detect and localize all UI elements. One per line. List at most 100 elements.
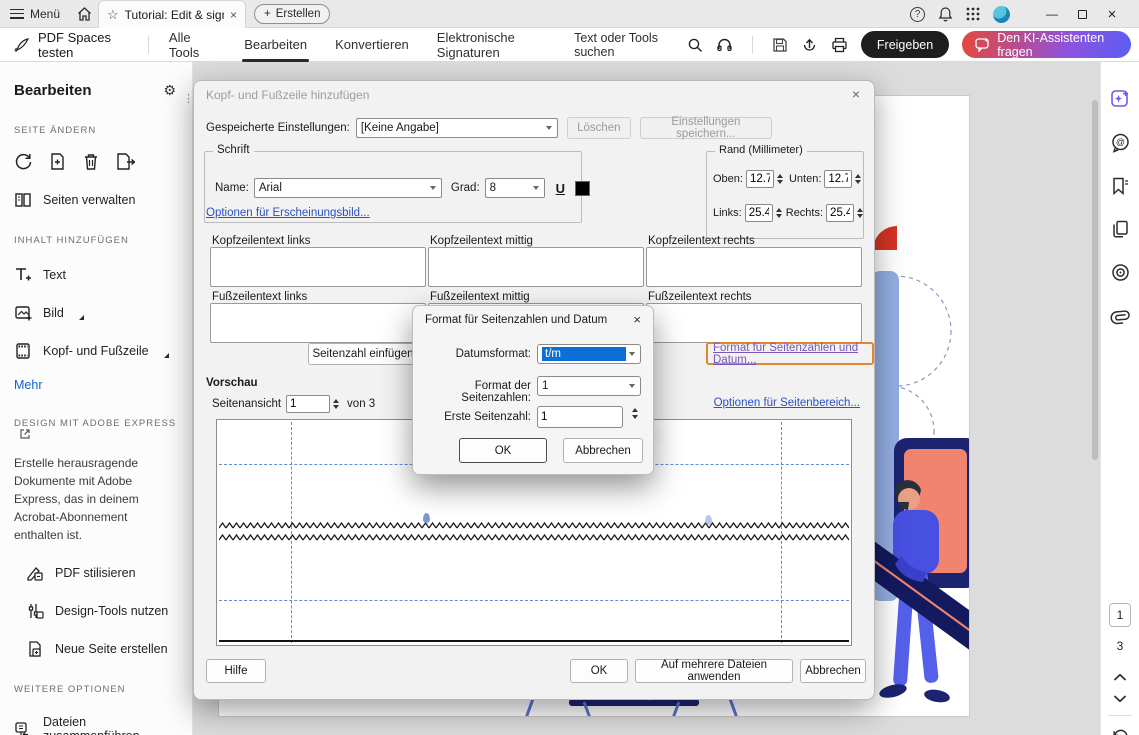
page-view-spinner[interactable] — [333, 398, 340, 410]
more-link[interactable]: Mehr — [14, 378, 178, 392]
date-format-label: Datumsformat: — [455, 348, 531, 360]
format-dialog-close-icon[interactable]: × — [633, 312, 641, 327]
font-size-select[interactable]: 8 — [484, 178, 545, 198]
read-aloud-headphones-icon[interactable] — [716, 36, 733, 53]
bookmark-icon[interactable] — [1110, 176, 1130, 196]
appearance-options-link[interactable]: Optionen für Erscheinungsbild... — [206, 207, 370, 219]
footer-left-input[interactable] — [210, 303, 426, 343]
save-icon[interactable] — [772, 37, 788, 53]
format-ok-button[interactable]: OK — [459, 438, 547, 463]
header-right-input[interactable] — [646, 247, 862, 287]
share-button[interactable]: Freigeben — [860, 31, 950, 58]
margin-top-input[interactable] — [745, 170, 774, 188]
search-box[interactable]: Text oder Tools suchen — [574, 31, 703, 59]
home-button[interactable] — [70, 0, 98, 28]
nav-elektronische-signaturen[interactable]: Elektronische Signaturen — [423, 28, 574, 62]
chevron-down-icon — [429, 186, 436, 190]
rotate-pages-icon[interactable] — [14, 152, 33, 171]
sidebar-item-pdf-stilisieren[interactable]: PDF stilisieren — [26, 564, 178, 582]
express-description: Erstelle herausragende Dokumente mit Ado… — [14, 456, 139, 542]
document-tab[interactable]: ☆ Tutorial: Edit & sign ... × — [98, 0, 246, 28]
header-center-input[interactable] — [428, 247, 644, 287]
sidebar-item-kopf-fusszeile[interactable]: Kopf- und Fußzeile — [14, 342, 178, 360]
print-icon[interactable] — [831, 37, 848, 53]
destinations-target-icon[interactable] — [1110, 262, 1131, 283]
chevron-down-icon[interactable] — [1113, 694, 1127, 703]
user-avatar[interactable] — [993, 5, 1010, 23]
attachments-paperclip-icon[interactable] — [1110, 306, 1130, 326]
first-page-spinner[interactable] — [632, 408, 638, 419]
pdf-spaces-button[interactable]: PDF Spaces testen — [0, 30, 142, 60]
cancel-button[interactable]: Abbrechen — [800, 659, 866, 683]
margin-left-label: Links: — [713, 207, 742, 219]
nav-alle-tools[interactable]: Alle Tools — [155, 28, 230, 62]
sidebar-item-bild[interactable]: Bild — [14, 304, 178, 322]
sidebar-item-neue-seite[interactable]: Neue Seite erstellen — [26, 640, 178, 658]
margin-top-spinner[interactable] — [776, 173, 783, 185]
sidebar-item-dateien-zusammenfuehren[interactable]: Dateien zusammenführen — [14, 715, 178, 735]
notifications-bell-icon[interactable] — [938, 6, 953, 22]
ai-assistant-icon[interactable] — [1110, 88, 1131, 109]
format-cancel-button[interactable]: Abbrechen — [563, 438, 643, 463]
apply-multiple-button[interactable]: Auf mehrere Dateien anwenden — [635, 659, 793, 683]
first-page-input[interactable] — [537, 406, 623, 428]
margin-left-spinner[interactable] — [775, 207, 782, 219]
comments-icon[interactable]: @ — [1110, 132, 1131, 153]
help-icon[interactable]: ? — [910, 6, 925, 22]
chevron-up-icon[interactable] — [1113, 673, 1127, 682]
dialog-close-icon[interactable]: × — [852, 86, 860, 102]
page-range-options-link[interactable]: Optionen für Seitenbereich... — [714, 397, 860, 409]
header-left-label: Kopfzeilentext links — [212, 235, 311, 247]
page-format-select[interactable]: 1 — [537, 376, 641, 396]
font-color-swatch[interactable] — [575, 180, 591, 196]
window-close-icon[interactable]: × — [1097, 0, 1127, 28]
tab-close-icon[interactable]: × — [230, 8, 237, 22]
date-format-select[interactable]: t/m — [537, 344, 641, 364]
saved-settings-row: Gespeicherte Einstellungen: [Keine Angab… — [206, 116, 772, 140]
gear-icon[interactable]: ⚙ — [163, 82, 176, 99]
nav-bearbeiten[interactable]: Bearbeiten — [230, 28, 321, 62]
create-label: Erstellen — [275, 8, 321, 20]
margin-bottom-input[interactable] — [824, 170, 853, 188]
chevron-down-icon — [532, 186, 539, 190]
menu-button[interactable]: Menü — [0, 0, 70, 28]
delete-pages-icon[interactable] — [82, 152, 100, 171]
font-name-label: Name: — [215, 182, 249, 194]
save-settings-button[interactable]: Einstellungen speichern... — [639, 116, 772, 140]
create-tab-button[interactable]: + Erstellen — [254, 4, 331, 24]
margin-left-input[interactable] — [744, 204, 773, 222]
restore-icon[interactable] — [1067, 0, 1097, 28]
footer-right-input[interactable] — [646, 303, 862, 343]
margin-right-input[interactable] — [826, 204, 855, 222]
sidebar-item-design-tools[interactable]: Design-Tools nutzen — [26, 602, 178, 620]
help-button[interactable]: Hilfe — [206, 659, 266, 683]
sidebar-item-seiten-verwalten[interactable]: Seiten verwalten — [14, 191, 178, 209]
page-view-input[interactable] — [286, 395, 331, 413]
footer-left-label: Fußzeilentext links — [212, 291, 308, 303]
vertical-scrollbar[interactable] — [1092, 100, 1098, 460]
margin-bottom-spinner[interactable] — [855, 173, 862, 185]
font-name-select[interactable]: Arial — [253, 178, 442, 198]
acrobat-window: Menü ☆ Tutorial: Edit & sign ... × + Ers… — [0, 0, 1139, 735]
margin-right-spinner[interactable] — [857, 207, 864, 219]
rotate-page-icon[interactable] — [1112, 728, 1129, 735]
toolbar-left: PDF Spaces testen Alle Tools Bearbeiten … — [0, 28, 574, 62]
ai-assistant-button[interactable]: Den KI-Assistenten fragen — [962, 31, 1131, 59]
apps-grid-icon[interactable] — [966, 7, 980, 21]
star-icon[interactable]: ☆ — [107, 7, 119, 23]
sidebar-item-text[interactable]: Text — [14, 266, 178, 284]
extract-pages-icon[interactable] — [115, 152, 135, 171]
upload-cloud-icon[interactable] — [801, 36, 818, 53]
ok-button[interactable]: OK — [570, 659, 628, 683]
delete-settings-button[interactable]: Löschen — [566, 117, 631, 139]
current-page-box[interactable]: 1 — [1109, 603, 1131, 627]
saved-settings-select[interactable]: [Keine Angabe] — [355, 118, 558, 138]
nav-konvertieren[interactable]: Konvertieren — [321, 28, 423, 62]
minimize-icon[interactable]: — — [1037, 0, 1067, 28]
page-thumbnails-icon[interactable] — [1110, 219, 1130, 239]
insert-page-number-button[interactable]: Seitenzahl einfügen — [308, 343, 418, 365]
underline-button[interactable]: U — [556, 181, 565, 196]
header-left-input[interactable] — [210, 247, 426, 287]
page-number-format-link[interactable]: Format für Seitenzahlen und Datum... — [713, 342, 867, 366]
insert-pages-icon[interactable] — [48, 152, 67, 171]
